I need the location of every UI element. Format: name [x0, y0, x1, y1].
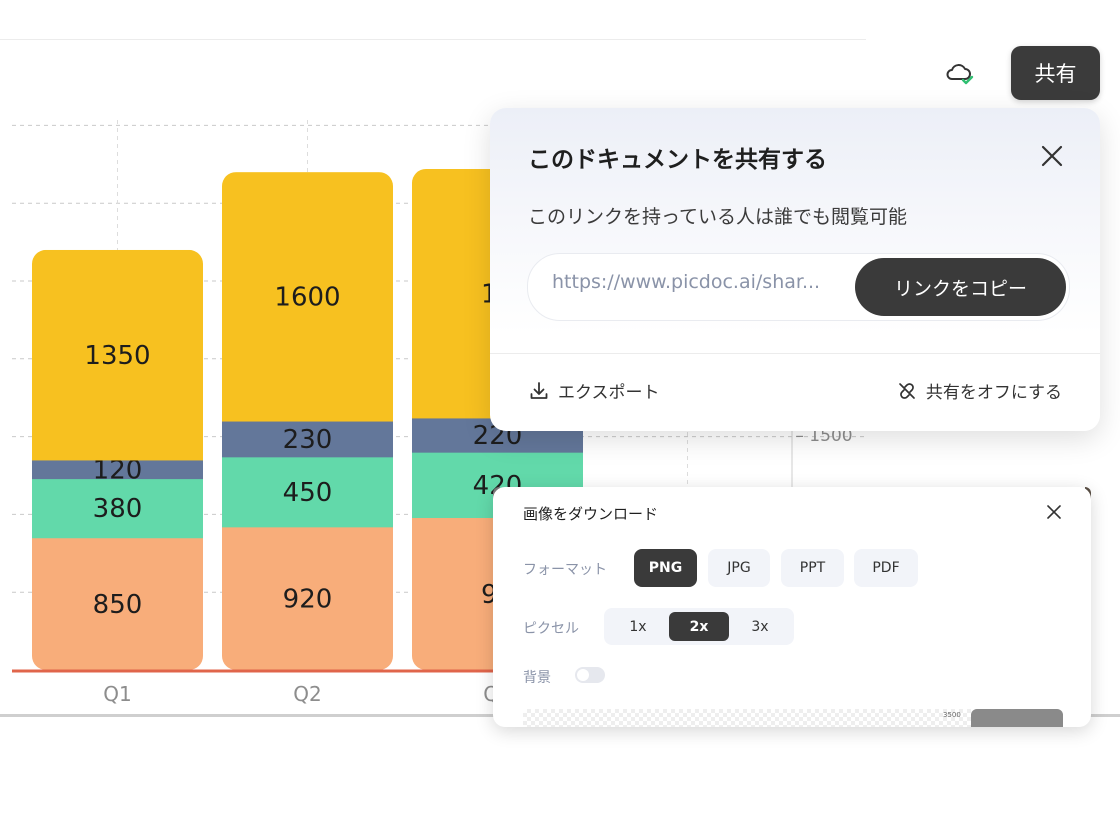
data-label: 1600 — [274, 283, 340, 313]
share-description: このリンクを持っている人は誰でも閲覧可能 — [528, 206, 908, 228]
pixel-option-3x[interactable]: 3x — [730, 612, 790, 641]
share-link-box: リンクをコピー — [527, 253, 1070, 321]
pixel-option-2x[interactable]: 2x — [669, 612, 729, 641]
unlink-icon — [898, 382, 915, 399]
disable-sharing-label: 共有をオフにする — [925, 383, 1062, 403]
preview-tick-label: 3500 — [943, 711, 961, 719]
pixel-option-1x[interactable]: 1x — [608, 612, 668, 641]
format-option-jpg[interactable]: JPG — [708, 549, 770, 587]
data-label: 230 — [283, 425, 333, 455]
format-option-pdf[interactable]: PDF — [854, 549, 918, 587]
download-icon — [530, 381, 548, 399]
data-label: 920 — [283, 584, 333, 614]
share-button[interactable]: 共有 — [1011, 46, 1100, 100]
cloud-check-icon[interactable] — [944, 58, 976, 88]
pixel-ratio-selector: 1x 2x 3x — [604, 608, 794, 645]
data-label: 1350 — [84, 341, 150, 371]
image-preview-dark-area — [971, 709, 1063, 727]
disable-sharing-button[interactable]: 共有をオフにする — [896, 378, 1062, 403]
share-dialog-title: このドキュメントを共有する — [528, 147, 827, 173]
export-label: エクスポート — [558, 383, 660, 403]
background-toggle[interactable] — [575, 667, 605, 683]
close-icon[interactable] — [1045, 503, 1063, 521]
close-icon[interactable] — [1038, 142, 1066, 170]
share-link-input[interactable] — [552, 271, 848, 293]
x-tick-label: Q1 — [103, 682, 131, 706]
format-label: フォーマット — [523, 562, 607, 578]
export-button[interactable]: エクスポート — [528, 378, 660, 403]
share-dialog: このドキュメントを共有する このリンクを持っている人は誰でも閲覧可能 リンクをコ… — [490, 108, 1100, 431]
x-tick-label: Q2 — [293, 682, 321, 706]
background-label: 背景 — [523, 670, 551, 686]
data-label: 450 — [283, 478, 333, 508]
format-option-ppt[interactable]: PPT — [781, 549, 844, 587]
data-label: 850 — [93, 590, 143, 620]
format-option-png[interactable]: PNG — [634, 549, 697, 587]
pixel-label: ピクセル — [523, 621, 579, 637]
download-panel-title: 画像をダウンロード — [523, 505, 659, 523]
copy-link-button[interactable]: リンクをコピー — [855, 258, 1066, 316]
data-label: 380 — [93, 494, 143, 524]
download-panel: 画像をダウンロード フォーマット PNG JPG PPT PDF ピクセル 1x… — [493, 487, 1091, 727]
share-dialog-divider — [490, 353, 1100, 354]
